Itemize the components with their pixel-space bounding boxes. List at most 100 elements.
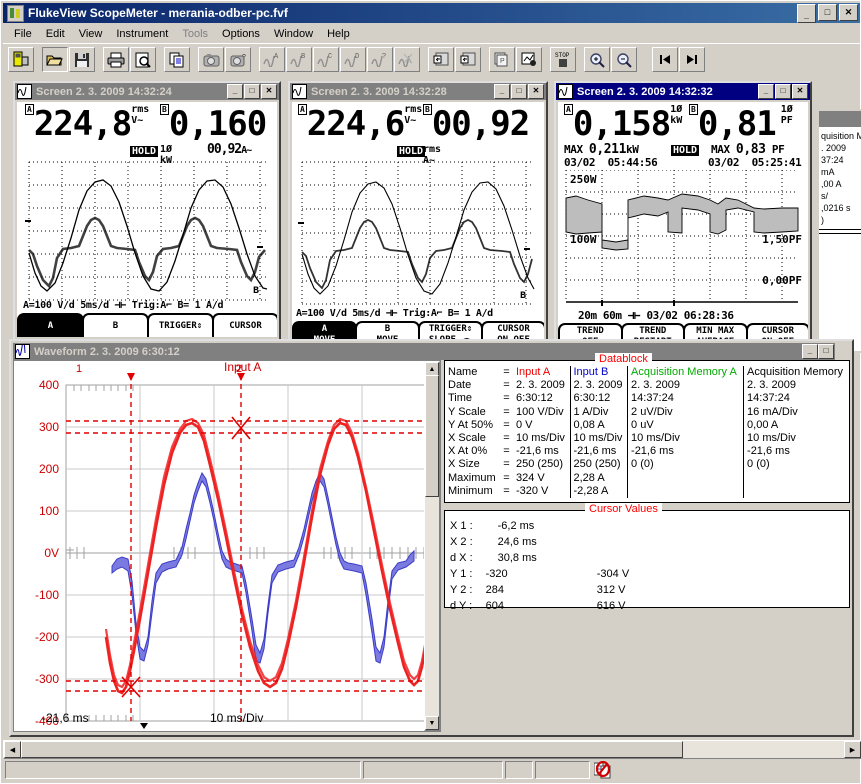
close-button[interactable]: ✕ [839,3,858,21]
screen1-minimize[interactable]: _ [227,84,243,99]
db-label-date: Date [448,379,472,392]
menu-edit[interactable]: Edit [39,26,72,42]
import-right-icon[interactable] [455,47,481,72]
screen3-close[interactable]: ✕ [792,84,808,99]
menu-file[interactable]: File [7,26,39,42]
menu-window[interactable]: Window [267,26,320,42]
waveform-query-icon[interactable]: ? [367,47,393,72]
screen3-maximize[interactable]: □ [775,84,791,99]
x-axis-start-label: -21,6 ms [42,711,89,725]
menu-view[interactable]: View [72,26,110,42]
db-col1-xsize: 250 (250) [569,458,628,472]
db-label-xscale: X Scale [448,432,486,445]
db-label-name: Name [448,366,478,378]
mdi-scroll-left-arrow[interactable]: ◀ [4,741,21,758]
menu-instrument[interactable]: Instrument [109,26,175,42]
screen1-softkey-a[interactable]: A [17,313,84,337]
maximize-button[interactable]: □ [818,3,837,21]
db-col0-max: 324 V [515,471,545,484]
plot-vscrollbar[interactable]: ▲ ▼ [424,361,440,731]
menu-options[interactable]: Options [215,26,267,42]
screen2-channel-b-badge: B [423,104,432,115]
waveform-a-icon[interactable]: A [259,47,285,72]
x-axis-div-label: 10 ms/Div [210,711,264,725]
screen1-softkey-cursor[interactable]: CURSOR [212,313,277,337]
datablock-legend: Datablock [595,353,652,365]
waveform-d-icon[interactable]: D [340,47,366,72]
screen2-minimize[interactable]: _ [494,84,510,99]
screen1-softkey-b[interactable]: B [82,313,149,337]
chart-record-icon[interactable] [516,47,542,72]
stop-button-icon[interactable]: STOP [550,47,576,72]
bg-line-5: s/ [821,191,829,201]
cv-x1-value: -6,2 ms [497,520,535,532]
screen2-reading-a-unit-top: rms [404,104,423,115]
screen1-hold-badge: HOLD [130,146,159,157]
db-col3-date: 2. 3. 2009 [743,379,849,393]
waveform-maximize[interactable]: □ [818,344,834,359]
waveform-minimize[interactable]: _ [802,344,818,359]
minimize-button[interactable]: _ [797,3,816,23]
print-preview-icon[interactable] [130,47,156,72]
screen3-minimize[interactable]: _ [758,84,774,99]
screen2-reading-a-value: 224,6 [306,104,405,144]
screen-window-2[interactable]: Screen 2. 3. 2009 14:32:28 _ □ ✕ A224,6r… [288,81,548,351]
db-col3-header: Acquisition Memory [743,366,849,380]
print-icon[interactable] [103,47,129,72]
screen1-close[interactable]: ✕ [261,84,277,99]
capture-screen-icon[interactable] [198,47,224,72]
waveform-plot-area[interactable]: 400 300 200 100 0V -100 -200 -300 -400 1… [13,360,441,732]
db-col0-y50: 0 V [515,418,533,431]
status-bar [3,759,860,781]
capture-screen-query-icon[interactable]: ? [225,47,251,72]
screen1-softkey-trigger[interactable]: TRIGGER⇕ [147,313,214,337]
save-file-icon[interactable] [69,47,95,72]
screen3-maxa-value: 0,211 [588,142,627,157]
screen-icon [17,84,32,99]
menu-help[interactable]: Help [320,26,357,42]
db-col2-yscale: 2 uV/Div [627,405,744,419]
plot-scroll-up-arrow[interactable]: ▲ [425,362,439,376]
open-file-icon[interactable] [42,47,68,72]
background-datablock-window[interactable]: quisition M . 2009 37:24 mA ,00 A s/ ,02… [817,109,861,353]
screen3-reading-a-value: 0,158 [572,104,671,144]
cv-label-y2: Y 2 : [450,584,473,596]
svg-text:300: 300 [39,420,59,434]
db-label-max: Maximum [448,471,496,484]
plot-scroll-down-arrow[interactable]: ▼ [425,716,439,730]
cursor-values-legend: Cursor Values [585,503,662,515]
copy-icon[interactable] [164,47,190,72]
zoom-out-icon[interactable] [611,47,637,72]
status-panel-1 [5,761,361,779]
mdi-scroll-thumb[interactable] [21,741,683,758]
screen2-close[interactable]: ✕ [528,84,544,99]
screen-window-1[interactable]: Screen 2. 3. 2009 14:32:24 _ □ ✕ A224,8r… [13,81,281,341]
connect-instrument-icon[interactable] [8,47,34,72]
screen2-maximize[interactable]: □ [511,84,527,99]
screen1-maximize[interactable]: □ [244,84,260,99]
table-row: X Scale = 10 ms/Div 10 ms/Div 10 ms/Div … [445,432,849,446]
import-left-icon[interactable] [428,47,454,72]
mdi-scroll-right-arrow[interactable]: ▶ [844,741,861,758]
first-page-icon[interactable] [652,47,678,72]
last-page-icon[interactable] [679,47,705,72]
copy-pages-icon[interactable]: P [489,47,515,72]
mdi-horizontal-scrollbar[interactable]: ◀ ▶ [3,740,861,759]
table-row: Y 2 : 284 312 V [447,583,632,597]
table-row: X 2 : 24,6 ms [447,535,632,549]
waveform-all-icon[interactable] [394,47,420,72]
db-col0-date: 2. 3. 2009 [515,379,565,392]
zoom-in-icon[interactable] [584,47,610,72]
waveform-c-icon[interactable]: C [313,47,339,72]
db-eq-7: = [503,458,510,471]
svg-text:A: A [274,53,279,61]
plot-scroll-thumb[interactable] [425,375,439,497]
mdi-scroll-track[interactable]: ◀ ▶ [3,740,861,759]
waveform-b-icon[interactable]: B [286,47,312,72]
cv-x2-value: 24,6 ms [497,536,537,548]
waveform-window[interactable]: Waveform 2. 3. 2009 6:30:12 _ □ 400 300 … [9,339,854,737]
screen-window-3[interactable]: Screen 2. 3. 2009 14:32:32 _ □ ✕ A0,1581… [554,81,812,353]
cv-label-x1: X 1 : [450,520,473,532]
bg-line-2: 37:24 [821,155,844,165]
waveform-svg: 400 300 200 100 0V -100 -200 -300 -400 [35,373,437,729]
